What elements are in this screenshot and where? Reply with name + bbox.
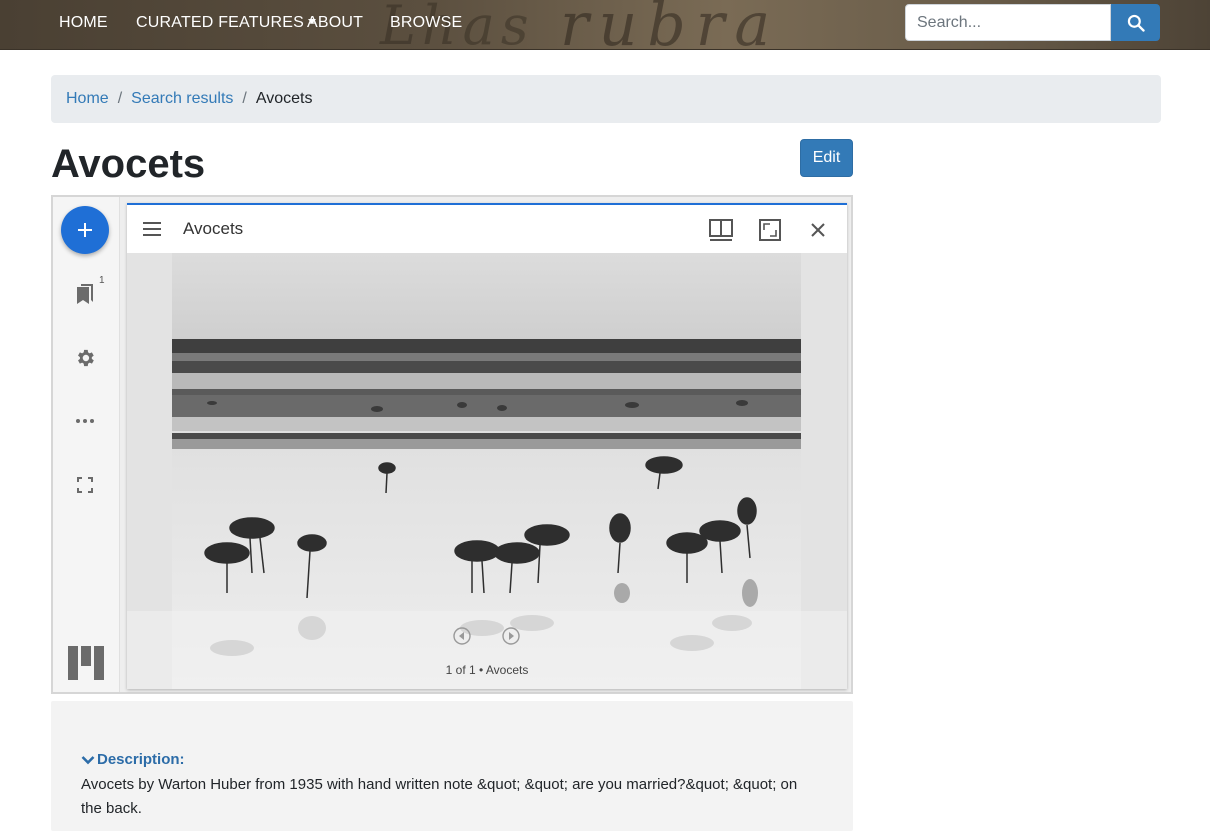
window-title: Avocets — [183, 219, 244, 238]
gear-icon — [78, 349, 94, 367]
nav-curated-features-label: CURATED FEATURES — [136, 14, 304, 31]
viewer-window: Avocets 1 of 1 • Avocets — [127, 203, 847, 689]
previous-icon — [453, 627, 471, 645]
top-navbar: Lhas rubra HOME CURATED FEATURES ABOUT B… — [0, 0, 1210, 50]
banner-handwriting-decoration-2: rubra — [560, 0, 781, 50]
image-canvas[interactable]: 1 of 1 • Avocets — [127, 253, 847, 689]
breadcrumb-separator: / — [242, 90, 247, 107]
viewer-left-rail: 1 — [53, 197, 120, 692]
add-resource-button[interactable] — [61, 206, 109, 254]
window-maximize-button[interactable] — [757, 217, 783, 243]
edit-button[interactable]: Edit — [800, 139, 853, 177]
search-input[interactable] — [905, 4, 1111, 41]
window-top-bar: Avocets — [127, 203, 847, 253]
nav-browse[interactable]: BROWSE — [390, 14, 462, 32]
window-view-button[interactable] — [708, 217, 734, 243]
window-menu-button[interactable] — [143, 221, 163, 242]
search-button[interactable] — [1111, 4, 1160, 41]
breadcrumb-home[interactable]: Home — [66, 90, 109, 108]
description-text: Avocets by Warton Huber from 1935 with h… — [81, 776, 798, 817]
canvas-caption: 1 of 1 • Avocets — [445, 663, 529, 677]
maximize-icon — [759, 219, 781, 241]
breadcrumb: Home / Search results / Avocets — [51, 75, 1161, 123]
breadcrumb-search-results[interactable]: Search results — [131, 90, 233, 108]
more-options-button[interactable] — [73, 409, 97, 433]
hamburger-icon — [143, 222, 161, 236]
chevron-down-icon — [81, 755, 95, 764]
image-viewer: 1 Avocets 1 of 1 • Avocets — [51, 195, 853, 694]
canvas-navigation-footer: 1 of 1 • Avocets — [127, 611, 847, 689]
bookmark-icon — [77, 284, 93, 304]
next-icon — [502, 627, 520, 645]
close-icon — [811, 223, 825, 237]
settings-button[interactable] — [73, 346, 97, 370]
fullscreen-icon — [77, 477, 93, 493]
fullscreen-button[interactable] — [73, 473, 97, 497]
search-icon — [1127, 14, 1145, 32]
page-title: Avocets — [51, 142, 206, 186]
breadcrumb-separator: / — [117, 90, 123, 107]
index-count-badge: 1 — [99, 275, 105, 286]
description-panel: Description: Avocets by Warton Huber fro… — [51, 701, 853, 831]
index-button[interactable] — [73, 282, 97, 306]
add-icon — [78, 223, 92, 237]
nav-home[interactable]: HOME — [59, 14, 108, 32]
book-view-icon — [709, 219, 733, 241]
previous-canvas-button[interactable] — [453, 627, 471, 645]
breadcrumb-current: Avocets — [255, 90, 313, 107]
description-label: Description: — [97, 751, 185, 768]
more-icon — [76, 419, 94, 423]
window-close-button[interactable] — [805, 217, 831, 243]
nav-curated-features[interactable]: CURATED FEATURES — [136, 14, 316, 32]
mirador-logo-icon — [68, 646, 104, 680]
next-canvas-button[interactable] — [502, 627, 520, 645]
mirador-logo[interactable] — [68, 646, 104, 685]
nav-about[interactable]: ABOUT — [307, 14, 363, 32]
description-toggle[interactable]: Description: — [81, 751, 185, 768]
